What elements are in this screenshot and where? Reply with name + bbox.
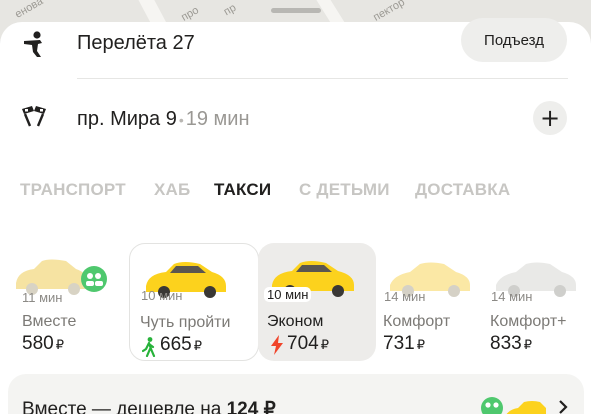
separator-dot: • xyxy=(178,112,184,128)
finish-flags-icon xyxy=(22,106,46,127)
tab-hub[interactable]: ХАБ xyxy=(154,180,190,200)
tariff-card-together[interactable]: 11 мин Вместе 580 ₽ xyxy=(0,243,120,361)
entrance-button[interactable]: Подъезд xyxy=(461,18,567,62)
standing-person-icon xyxy=(24,31,42,57)
service-tabs: ТРАНСПОРТ ХАБ ТАКСИ С ДЕТЬМИ ДОСТАВКА xyxy=(20,180,591,204)
tariff-card-economy[interactable]: 10 мин Эконом 704 ₽ xyxy=(258,243,376,361)
tariff-eta: 14 мин xyxy=(491,289,533,304)
tariff-name: Вместе xyxy=(22,313,77,330)
chevron-right-icon[interactable] xyxy=(556,400,570,414)
together-badge-icon xyxy=(81,266,107,292)
tariff-eta: 10 мин xyxy=(141,288,183,303)
tariff-price: 704 ₽ xyxy=(287,333,329,354)
tariff-carousel: 11 мин Вместе 580 ₽ 10 мин Чуть пройти 66… xyxy=(0,243,591,361)
tariff-eta: 14 мин xyxy=(384,289,426,304)
tariff-price: 731 ₽ xyxy=(383,333,425,354)
tariff-card-comfort-plus[interactable]: 14 мин Комфорт+ 833 ₽ xyxy=(486,243,591,361)
destination-row[interactable]: пр. Мира 9 • 19 мин xyxy=(0,86,591,146)
walking-person-icon xyxy=(142,337,156,357)
tariff-price: 833 ₽ xyxy=(490,333,532,354)
promo-taxi-icon xyxy=(481,397,546,414)
sheet-drag-handle[interactable] xyxy=(271,8,321,13)
tariff-price: 580 ₽ xyxy=(22,333,64,354)
destination-text: пр. Мира 9 • 19 мин xyxy=(77,108,250,131)
tariff-name: Комфорт+ xyxy=(490,313,567,330)
tariff-eta: 11 мин xyxy=(22,290,63,305)
lightning-icon xyxy=(271,335,283,355)
tariff-price: 665 ₽ xyxy=(160,334,202,355)
tab-delivery[interactable]: ДОСТАВКА xyxy=(415,180,510,200)
origin-address: Перелёта 27 xyxy=(77,32,195,54)
tariff-card-comfort[interactable]: 14 мин Комфорт 731 ₽ xyxy=(376,243,486,361)
add-stop-button[interactable]: + xyxy=(533,101,567,135)
tariff-eta: 10 мин xyxy=(264,287,312,302)
promo-text: Вместе — дешевле на 124 ₽ xyxy=(22,399,276,414)
tariff-card-short-walk[interactable]: 10 мин Чуть пройти 665 ₽ xyxy=(129,243,259,361)
tariff-name: Эконом xyxy=(267,313,324,330)
divider xyxy=(77,78,568,79)
trip-duration: 19 мин xyxy=(185,108,250,130)
destination-address: пр. Мира 9 xyxy=(77,108,177,130)
tariff-name: Комфорт xyxy=(383,313,451,330)
tab-transport[interactable]: ТРАНСПОРТ xyxy=(20,180,126,200)
tariff-name: Чуть пройти xyxy=(140,314,231,331)
tab-taxi[interactable]: ТАКСИ xyxy=(214,180,271,200)
tab-with-kids[interactable]: С ДЕТЬМИ xyxy=(299,180,390,200)
